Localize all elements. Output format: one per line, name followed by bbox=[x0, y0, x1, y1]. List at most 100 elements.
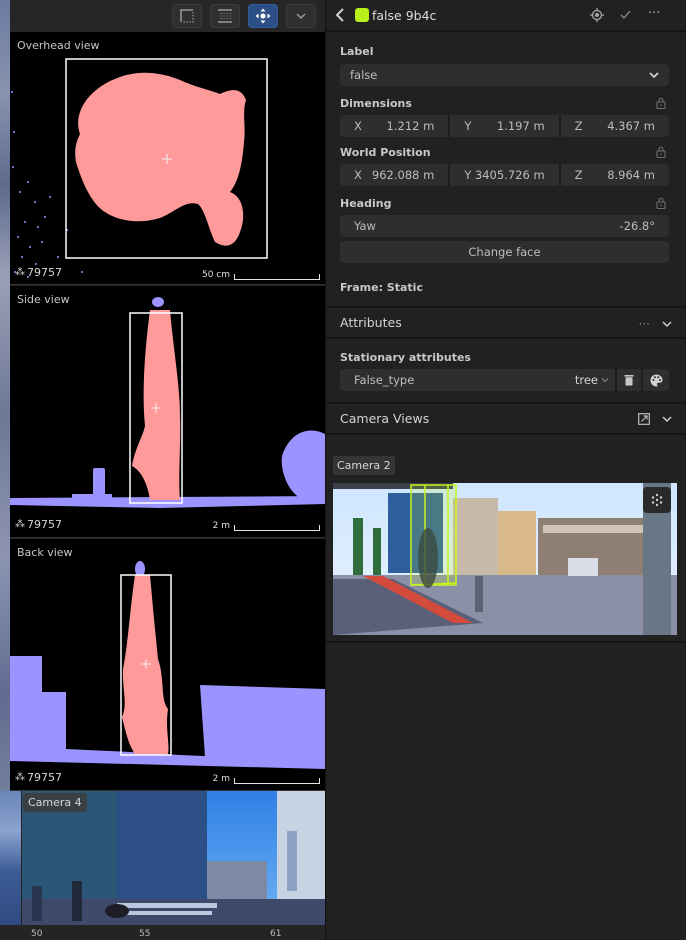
timeline-ruler[interactable]: 50 55 61 bbox=[0, 925, 325, 940]
attributes-heading: Attributes bbox=[340, 315, 402, 330]
grid-mode-button[interactable] bbox=[210, 4, 240, 28]
chevron-down-icon[interactable] bbox=[662, 320, 672, 328]
color-palette-button[interactable] bbox=[641, 369, 669, 391]
label-heading: Label bbox=[340, 45, 374, 58]
delete-attribute-button[interactable] bbox=[615, 369, 641, 391]
heading-heading: Heading bbox=[340, 197, 392, 210]
dimension-z-value: 4.367 m bbox=[607, 119, 655, 133]
back-point-cloud bbox=[10, 561, 325, 769]
yaw-label: Yaw bbox=[354, 219, 376, 233]
dimensions-heading: Dimensions bbox=[340, 97, 412, 110]
timeline-tick: 61 bbox=[270, 929, 282, 939]
camera-thumbnail-edge[interactable] bbox=[0, 791, 21, 925]
position-y-field[interactable]: Y 3405.726 m bbox=[448, 164, 559, 186]
view-toolbar bbox=[10, 0, 325, 32]
points-icon: ⁂ bbox=[15, 519, 25, 530]
timeline-tick: 55 bbox=[139, 929, 151, 939]
crop-mode-button[interactable] bbox=[172, 4, 202, 28]
points-icon: ⁂ bbox=[15, 772, 25, 783]
point-cloud-toggle-button[interactable] bbox=[643, 487, 671, 513]
stationary-attributes-heading: Stationary attributes bbox=[340, 351, 471, 364]
world-position-fields: X 962.088 m Y 3405.726 m Z 8.964 m bbox=[340, 164, 669, 186]
corner-frame-icon bbox=[180, 9, 194, 23]
points-icon: ⁂ bbox=[15, 267, 25, 278]
scale-line bbox=[234, 778, 320, 784]
frame-status: Frame: Static bbox=[340, 281, 423, 294]
chevron-down-icon bbox=[601, 378, 609, 383]
lock-icon[interactable] bbox=[656, 146, 666, 158]
environment-points bbox=[11, 91, 83, 278]
more-views-button[interactable] bbox=[286, 4, 316, 28]
view-title: Back view bbox=[17, 546, 73, 559]
more-options-icon[interactable]: ··· bbox=[648, 6, 660, 21]
position-z-value: 8.964 m bbox=[607, 168, 655, 182]
yaw-field[interactable]: Yaw -26.8° bbox=[340, 215, 669, 237]
point-count-value: 79757 bbox=[27, 518, 62, 531]
attribute-value: tree bbox=[574, 373, 598, 387]
camera-label: Camera 4 bbox=[23, 793, 87, 812]
back-view[interactable]: Back view ⁂ 79757 2 m bbox=[10, 539, 325, 791]
change-face-button[interactable]: Change face bbox=[340, 241, 669, 263]
object-inspector: false 9b4c ··· Label false Dimensions X 1… bbox=[325, 0, 686, 940]
attribute-select[interactable]: False_type tree bbox=[340, 369, 615, 391]
stationary-attributes-section: Stationary attributes False_type tree bbox=[326, 339, 686, 402]
heading-section: Heading Yaw -26.8° Change face Frame: St… bbox=[326, 197, 686, 294]
world-position-section: World Position X 962.088 m Y 3405.726 m Z 8… bbox=[326, 146, 686, 186]
view-title: Side view bbox=[17, 293, 70, 306]
move-arrows-icon bbox=[255, 8, 271, 24]
annotation-app: Overhead view ⁂ 79757 50 cm Side view ⁂ … bbox=[0, 0, 686, 940]
points-icon bbox=[651, 493, 663, 507]
label-section: Label false bbox=[326, 45, 686, 86]
camera-2-label: Camera 2 bbox=[333, 456, 395, 475]
point-count-value: 79757 bbox=[27, 266, 62, 279]
checkmark-icon[interactable] bbox=[619, 8, 632, 25]
axis-label: Y bbox=[464, 119, 472, 133]
dimension-y-field[interactable]: Y 1.197 m bbox=[448, 115, 559, 137]
camera-views-panel-header[interactable]: Camera Views bbox=[326, 402, 686, 435]
dimension-z-field[interactable]: Z 4.367 m bbox=[558, 115, 669, 137]
overhead-view[interactable]: Overhead view ⁂ 79757 50 cm bbox=[10, 32, 325, 285]
back-chevron-icon[interactable] bbox=[334, 7, 346, 27]
scale-label: 50 cm bbox=[201, 270, 230, 280]
main-3d-viewport-edge[interactable] bbox=[0, 0, 10, 925]
position-x-field[interactable]: X 962.088 m bbox=[340, 164, 449, 186]
timeline-tick: 50 bbox=[31, 929, 43, 939]
scale-bar: 2 m bbox=[213, 521, 320, 531]
dimension-x-field[interactable]: X 1.212 m bbox=[340, 115, 449, 137]
lock-icon[interactable] bbox=[656, 197, 666, 209]
axis-label: X bbox=[354, 119, 362, 133]
position-x-value: 962.088 m bbox=[371, 168, 435, 182]
label-select[interactable]: false bbox=[340, 64, 669, 86]
camera-2-image[interactable] bbox=[333, 483, 677, 635]
camera-views-heading: Camera Views bbox=[340, 411, 430, 426]
camera-4-image[interactable]: Camera 4 bbox=[22, 791, 325, 925]
attribute-row: False_type tree bbox=[340, 369, 669, 391]
point-count: ⁂ 79757 bbox=[15, 771, 62, 784]
axis-label: X bbox=[354, 168, 362, 182]
chevron-down-icon bbox=[296, 13, 306, 20]
object-title: false 9b4c bbox=[372, 8, 437, 23]
more-options-icon[interactable]: ··· bbox=[639, 317, 650, 331]
open-external-icon[interactable] bbox=[638, 413, 650, 425]
axis-label: Z bbox=[574, 168, 583, 182]
dimension-x-value: 1.212 m bbox=[386, 119, 435, 133]
point-count-value: 79757 bbox=[27, 771, 62, 784]
attribute-name: False_type bbox=[354, 373, 415, 387]
grid-lines-icon bbox=[218, 9, 232, 23]
side-view[interactable]: Side view ⁂ 79757 2 m bbox=[10, 286, 325, 538]
palette-icon bbox=[650, 374, 662, 386]
scale-line bbox=[234, 525, 320, 531]
position-z-field[interactable]: Z 8.964 m bbox=[558, 164, 669, 186]
street-scene-image bbox=[333, 483, 677, 635]
focus-target-icon[interactable] bbox=[590, 8, 604, 26]
lock-icon[interactable] bbox=[656, 97, 666, 109]
object-points bbox=[75, 72, 246, 246]
change-face-label: Change face bbox=[468, 245, 541, 259]
attributes-panel-header[interactable]: Attributes ··· bbox=[326, 306, 686, 339]
axis-label: Z bbox=[574, 119, 583, 133]
yaw-value: -26.8° bbox=[619, 219, 655, 233]
move-mode-button[interactable] bbox=[248, 4, 278, 28]
point-count: ⁂ 79757 bbox=[15, 266, 62, 279]
side-point-cloud bbox=[10, 297, 325, 508]
chevron-down-icon[interactable] bbox=[662, 415, 672, 423]
